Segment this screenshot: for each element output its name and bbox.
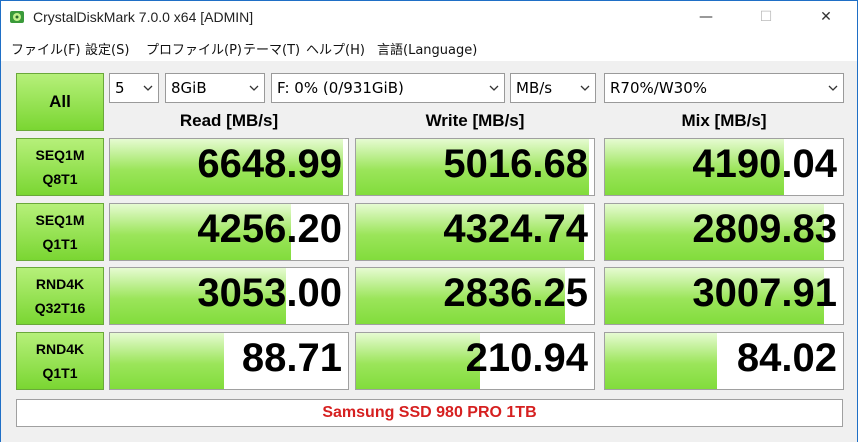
result-cell-write: 5016.68 xyxy=(355,138,595,196)
menu-help[interactable]: ヘルプ(H) xyxy=(306,39,365,58)
chevron-down-icon xyxy=(488,74,500,102)
main-panel: All 5 8GiB F: 0% (0/931GiB) MB/s R70%/W3… xyxy=(1,61,857,442)
result-value: 4324.74 xyxy=(443,207,588,251)
result-cell-write: 4324.74 xyxy=(355,203,595,261)
test-label-line1: RND4K xyxy=(35,276,85,292)
result-value: 84.02 xyxy=(736,336,837,380)
mix-ratio-value: R70%/W30% xyxy=(610,79,707,97)
app-icon xyxy=(10,11,24,23)
result-cell-mix: 4190.04 xyxy=(604,138,844,196)
result-cell-write: 2836.25 xyxy=(355,267,595,325)
result-value: 5016.68 xyxy=(443,142,588,186)
menu-theme[interactable]: テーマ(T) xyxy=(243,39,300,58)
test-button-rnd4k-q1t1[interactable]: RND4K Q1T1 xyxy=(16,332,104,390)
result-cell-mix: 3007.91 xyxy=(604,267,844,325)
menu-language[interactable]: 言語(Language) xyxy=(377,39,477,58)
test-count-value: 5 xyxy=(115,79,125,97)
drive-value: F: 0% (0/931GiB) xyxy=(277,79,404,97)
drive-name-comment[interactable]: Samsung SSD 980 PRO 1TB xyxy=(16,399,843,427)
run-all-button[interactable]: All xyxy=(16,73,104,131)
menu-file[interactable]: ファイル(F) xyxy=(11,39,81,58)
chevron-down-icon xyxy=(579,74,591,102)
result-cell-read: 4256.20 xyxy=(109,203,349,261)
chevron-down-icon xyxy=(142,74,154,102)
result-cell-read: 3053.00 xyxy=(109,267,349,325)
menu-profile[interactable]: プロファイル(P) xyxy=(146,39,242,58)
unit-value: MB/s xyxy=(516,79,553,97)
result-bar xyxy=(110,333,225,389)
drive-select[interactable]: F: 0% (0/931GiB) xyxy=(271,73,505,103)
title-bar[interactable]: CrystalDiskMark 7.0.0 x64 [ADMIN] — ☐ ✕ xyxy=(1,1,857,33)
result-value: 3007.91 xyxy=(692,271,837,315)
test-label-line2: Q1T1 xyxy=(42,365,78,381)
mix-header: Mix [MB/s] xyxy=(681,111,767,130)
mix-ratio-select[interactable]: R70%/W30% xyxy=(604,73,844,103)
result-cell-write: 210.94 xyxy=(355,332,595,390)
result-value: 88.71 xyxy=(241,336,342,380)
chevron-down-icon xyxy=(248,74,260,102)
result-value: 6648.99 xyxy=(197,142,342,186)
test-label-line1: SEQ1M xyxy=(35,212,85,228)
test-size-value: 8GiB xyxy=(171,79,207,97)
test-label-line1: SEQ1M xyxy=(35,147,85,163)
result-value: 2836.25 xyxy=(443,271,588,315)
test-label-line1: RND4K xyxy=(35,341,85,357)
result-cell-read: 6648.99 xyxy=(109,138,349,196)
test-label-line2: Q8T1 xyxy=(42,171,78,187)
result-value: 2809.83 xyxy=(692,207,837,251)
result-cell-mix: 84.02 xyxy=(604,332,844,390)
test-button-seq1m-q8t1[interactable]: SEQ1M Q8T1 xyxy=(16,138,104,196)
close-button[interactable]: ✕ xyxy=(803,1,849,33)
window-title: CrystalDiskMark 7.0.0 x64 [ADMIN] xyxy=(33,9,254,25)
test-label-line2: Q1T1 xyxy=(42,236,78,252)
write-header: Write [MB/s] xyxy=(425,111,525,130)
app-window: CrystalDiskMark 7.0.0 x64 [ADMIN] — ☐ ✕ … xyxy=(0,0,858,442)
result-value: 4190.04 xyxy=(692,142,837,186)
read-header: Read [MB/s] xyxy=(179,111,279,130)
result-value: 3053.00 xyxy=(197,271,342,315)
chevron-down-icon xyxy=(827,74,839,102)
result-value: 210.94 xyxy=(465,336,588,380)
result-bar xyxy=(605,333,717,389)
test-button-seq1m-q1t1[interactable]: SEQ1M Q1T1 xyxy=(16,203,104,261)
result-bar xyxy=(356,333,480,389)
test-count-select[interactable]: 5 xyxy=(109,73,159,103)
result-value: 4256.20 xyxy=(197,207,342,251)
maximize-button[interactable]: ☐ xyxy=(743,1,789,33)
result-cell-mix: 2809.83 xyxy=(604,203,844,261)
test-button-rnd4k-q32t16[interactable]: RND4K Q32T16 xyxy=(16,267,104,325)
test-label-line2: Q32T16 xyxy=(34,300,86,316)
result-cell-read: 88.71 xyxy=(109,332,349,390)
minimize-button[interactable]: — xyxy=(683,1,729,33)
menu-bar: ファイル(F) 設定(S) プロファイル(P) テーマ(T) ヘルプ(H) 言語… xyxy=(1,33,857,61)
menu-settings[interactable]: 設定(S) xyxy=(85,39,129,58)
unit-select[interactable]: MB/s xyxy=(510,73,596,103)
test-size-select[interactable]: 8GiB xyxy=(165,73,265,103)
